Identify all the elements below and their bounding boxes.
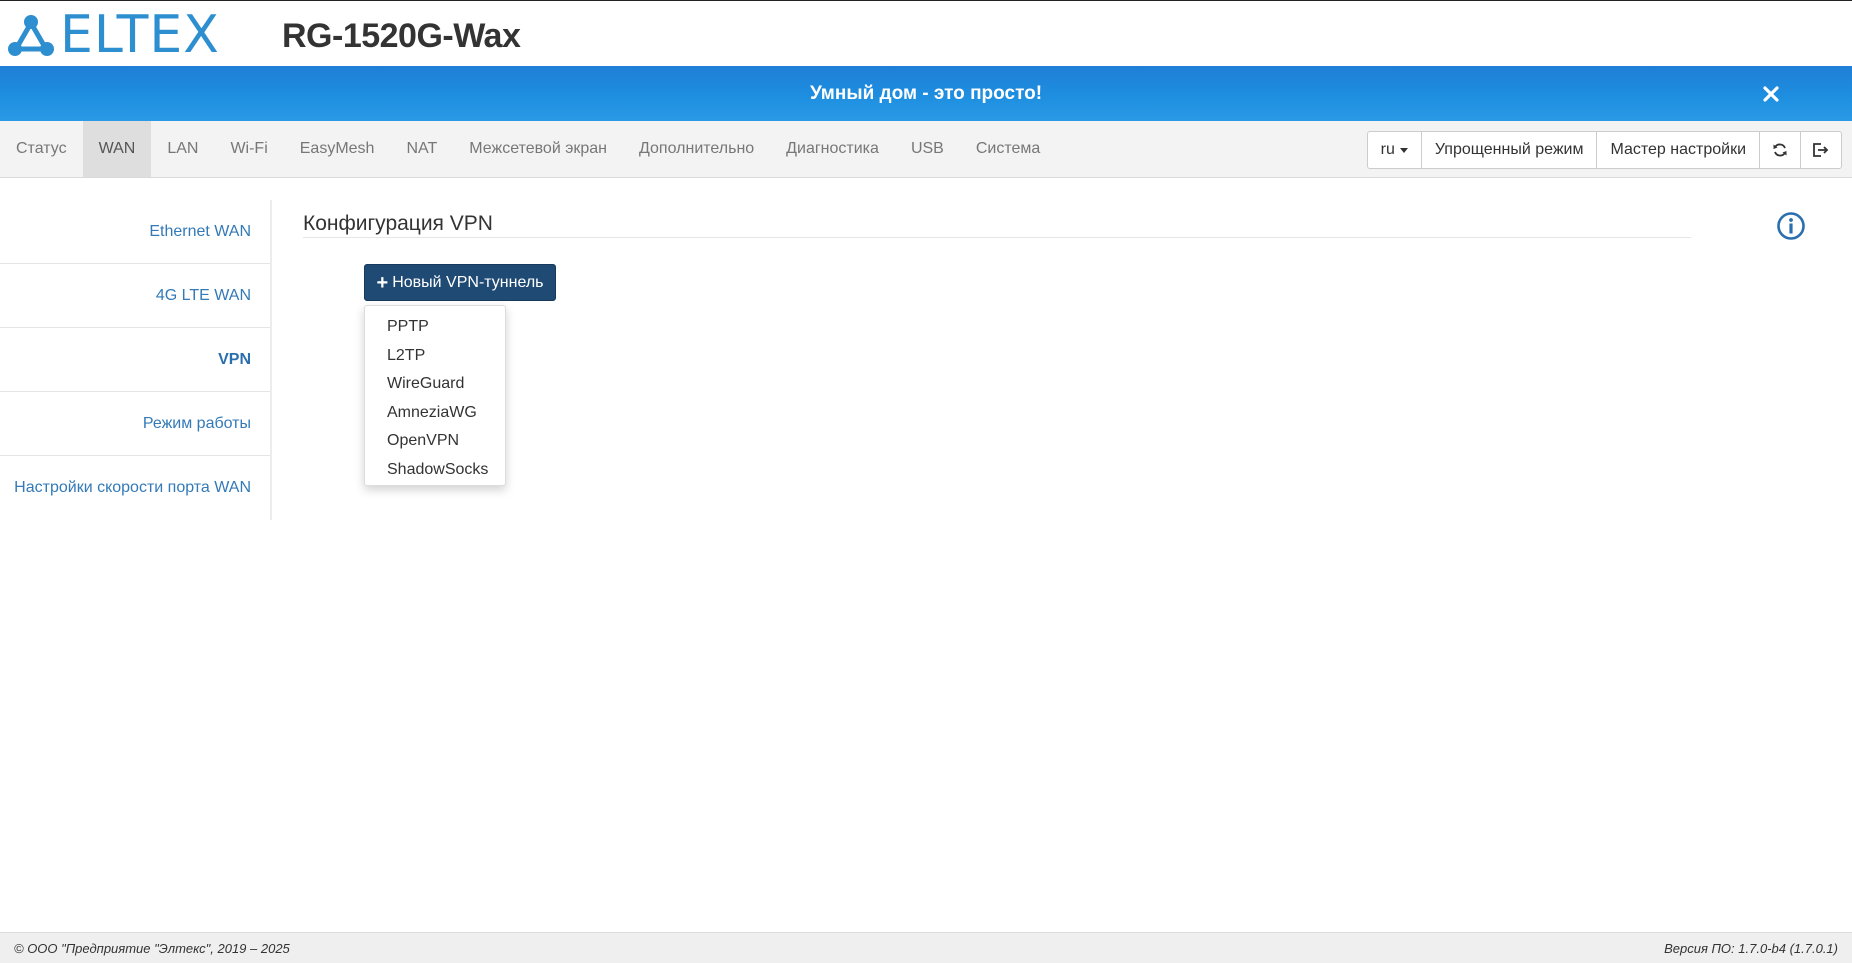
copyright-text: © ООО "Предприятие "Элтекс", 2019 – 2025 <box>14 941 290 956</box>
refresh-button[interactable] <box>1759 131 1801 169</box>
setup-wizard-button[interactable]: Мастер настройки <box>1596 131 1760 169</box>
caret-down-icon <box>1399 147 1408 153</box>
nav-item-easymesh[interactable]: EasyMesh <box>284 121 391 177</box>
dropdown-item-pptp[interactable]: PPTP <box>365 313 505 342</box>
header: ELTEX RG-1520G-Wax <box>0 0 1852 66</box>
dropdown-item-l2tp[interactable]: L2TP <box>365 342 505 371</box>
logout-button[interactable] <box>1800 131 1842 169</box>
nav-item-system[interactable]: Система <box>960 121 1056 177</box>
nav-item-usb[interactable]: USB <box>895 121 960 177</box>
logo[interactable]: ELTEX <box>6 5 220 65</box>
nav-item-status[interactable]: Статус <box>0 121 83 177</box>
nav-item-lan[interactable]: LAN <box>151 121 214 177</box>
refresh-icon <box>1773 143 1787 157</box>
language-select[interactable]: ru <box>1366 131 1422 169</box>
info-icon[interactable] <box>1776 211 1806 241</box>
nav-item-nat[interactable]: NAT <box>390 121 453 177</box>
new-vpn-tunnel-label: Новый VPN-туннель <box>392 273 544 291</box>
sidebar-item-operation-mode[interactable]: Режим работы <box>0 392 270 456</box>
firmware-version: Версия ПО: 1.7.0-b4 (1.7.0.1) <box>1664 941 1838 956</box>
dropdown-item-shadowsocks[interactable]: ShadowSocks <box>365 456 505 485</box>
logo-text: ELTEX <box>60 5 220 65</box>
nav-item-diagnostics[interactable]: Диагностика <box>770 121 895 177</box>
device-model: RG-1520G-Wax <box>282 17 521 55</box>
sidebar-item-ethernet-wan[interactable]: Ethernet WAN <box>0 200 270 264</box>
sidebar-item-vpn[interactable]: VPN <box>0 328 270 392</box>
close-icon[interactable] <box>1760 83 1782 105</box>
plus-icon: + <box>376 271 389 294</box>
nav-item-wan[interactable]: WAN <box>82 121 152 177</box>
title-divider <box>303 237 1691 238</box>
nav-toolbar: ru Упрощенный режим Мастер настройки <box>1366 131 1842 169</box>
dropdown-item-amneziawg[interactable]: AmneziaWG <box>365 399 505 428</box>
logo-mark-icon <box>8 15 54 56</box>
sidebar-item-lte-wan[interactable]: 4G LTE WAN <box>0 264 270 328</box>
new-vpn-tunnel-button[interactable]: + Новый VPN-туннель <box>364 264 556 301</box>
simple-mode-button[interactable]: Упрощенный режим <box>1420 131 1598 169</box>
banner-text: Умный дом - это просто! <box>809 82 1043 104</box>
page-title: Конфигурация VPN <box>303 212 493 235</box>
nav-item-wifi[interactable]: Wi-Fi <box>214 121 283 177</box>
nav-menu: Статус WAN LAN Wi-Fi EasyMesh NAT Межсет… <box>0 121 1056 177</box>
main-navbar: Статус WAN LAN Wi-Fi EasyMesh NAT Межсет… <box>0 121 1852 178</box>
nav-item-advanced[interactable]: Дополнительно <box>623 121 770 177</box>
footer: © ООО "Предприятие "Элтекс", 2019 – 2025… <box>0 932 1852 963</box>
vpn-type-dropdown: PPTP L2TP WireGuard AmneziaWG OpenVPN Sh… <box>364 305 506 486</box>
promo-banner: Умный дом - это просто! <box>0 66 1852 121</box>
language-value: ru <box>1380 141 1395 158</box>
nav-item-firewall[interactable]: Межсетевой экран <box>453 121 623 177</box>
sidebar-item-wan-port-speed[interactable]: Настройки скорости порта WAN <box>0 456 270 520</box>
logout-icon <box>1813 143 1829 157</box>
sidebar: Ethernet WAN 4G LTE WAN VPN Режим работы… <box>0 200 272 520</box>
dropdown-item-openvpn[interactable]: OpenVPN <box>365 427 505 456</box>
dropdown-item-wireguard[interactable]: WireGuard <box>365 370 505 399</box>
